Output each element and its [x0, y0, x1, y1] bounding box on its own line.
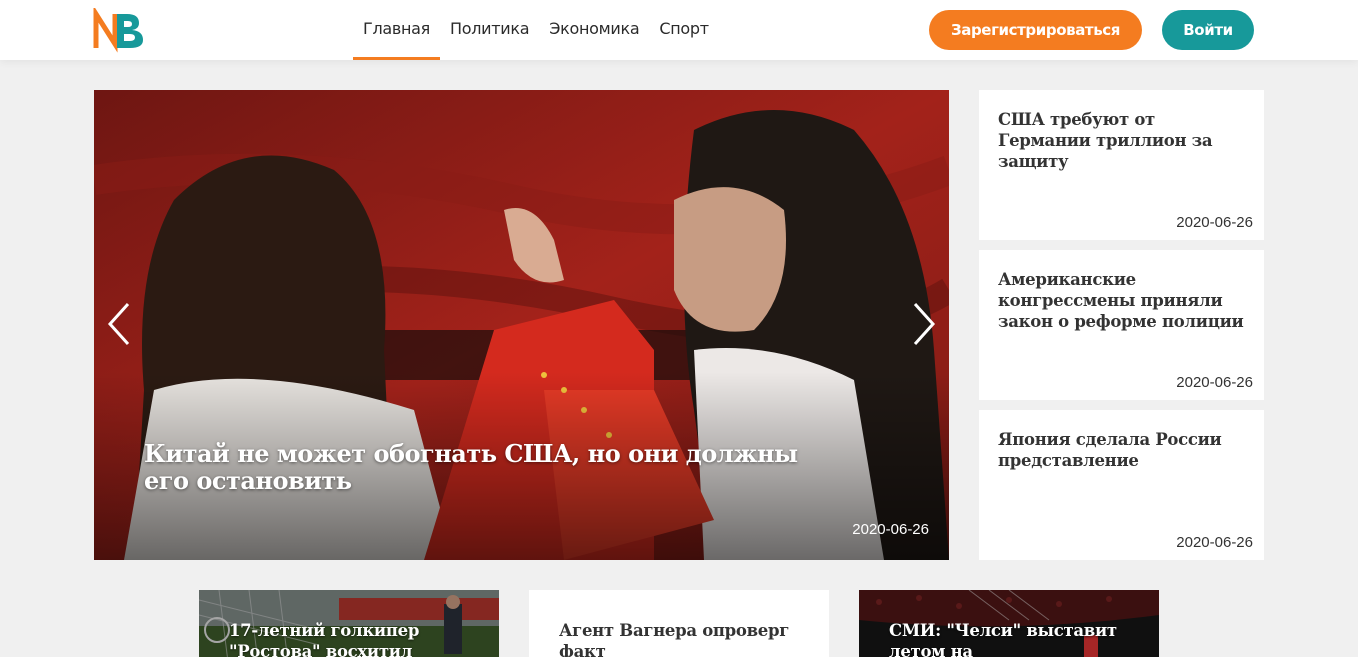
hero-title[interactable]: Китай не может обогнать США, но они долж…: [144, 440, 844, 494]
side-news-date: 2020-06-26: [1176, 214, 1253, 231]
side-news-card[interactable]: Япония сделала России представление 2020…: [979, 410, 1264, 560]
side-news-date: 2020-06-26: [1176, 374, 1253, 391]
site-header: Главная Политика Экономика Спорт Зарегис…: [0, 0, 1358, 60]
bottom-news-card[interactable]: 17-летний голкипер "Ростова" восхитил: [199, 590, 499, 657]
site-logo[interactable]: [93, 8, 149, 54]
side-news-card[interactable]: Американские конгрессмены приняли закон …: [979, 250, 1264, 400]
side-news-title[interactable]: Япония сделала России представление: [998, 429, 1253, 471]
hero-slider[interactable]: Китай не может обогнать США, но они долж…: [94, 90, 949, 560]
nav-item-politics[interactable]: Политика: [440, 0, 539, 60]
bottom-news-title[interactable]: Агент Вагнера опроверг факт: [559, 620, 804, 657]
login-button[interactable]: Войти: [1162, 10, 1254, 50]
side-news-title[interactable]: США требуют от Германии триллион за защи…: [998, 109, 1253, 172]
register-button[interactable]: Зарегистрироваться: [929, 10, 1142, 50]
chevron-right-icon[interactable]: [909, 300, 939, 348]
nav-item-economy[interactable]: Экономика: [539, 0, 649, 60]
hero-date: 2020-06-26: [852, 521, 929, 538]
main-nav: Главная Политика Экономика Спорт: [353, 0, 719, 60]
bottom-news-title[interactable]: СМИ: "Челси" выставит летом на: [889, 620, 1134, 657]
nav-item-sport[interactable]: Спорт: [649, 0, 718, 60]
bottom-news-card[interactable]: Агент Вагнера опроверг факт: [529, 590, 829, 657]
nav-item-home[interactable]: Главная: [353, 0, 441, 60]
bottom-news-card[interactable]: СМИ: "Челси" выставит летом на: [859, 590, 1159, 657]
side-news-title[interactable]: Американские конгрессмены приняли закон …: [998, 269, 1253, 332]
chevron-left-icon[interactable]: [104, 300, 134, 348]
bottom-news-title[interactable]: 17-летний голкипер "Ростова" восхитил: [229, 620, 474, 657]
side-news-date: 2020-06-26: [1176, 534, 1253, 551]
side-news-card[interactable]: США требуют от Германии триллион за защи…: [979, 90, 1264, 240]
